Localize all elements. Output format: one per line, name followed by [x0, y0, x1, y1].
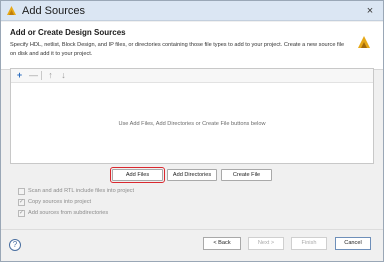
sources-toolbar: + — ↑ ↓ — [11, 69, 373, 83]
help-icon[interactable]: ? — [9, 239, 21, 251]
title-bar: Add Sources × — [1, 1, 383, 21]
close-icon[interactable]: × — [363, 4, 377, 18]
back-button[interactable]: < Back — [203, 237, 241, 250]
cancel-button[interactable]: Cancel — [335, 237, 371, 250]
move-up-icon[interactable]: ↑ — [45, 70, 56, 81]
create-file-button[interactable]: Create File — [221, 169, 272, 181]
source-actions: Add Files Add Directories Create File — [1, 167, 383, 183]
move-down-icon[interactable]: ↓ — [58, 70, 69, 81]
empty-panel-message: Use Add Files, Add Directories or Create… — [118, 121, 266, 127]
copy-sources-checkbox[interactable]: ✓ — [18, 199, 25, 206]
add-subdirs-checkbox[interactable]: ✓ — [18, 210, 25, 217]
copy-sources-option[interactable]: ✓ Copy sources into project — [18, 198, 148, 207]
page-description: Specify HDL, netlist, Block Design, and … — [10, 42, 345, 57]
copy-sources-label: Copy sources into project — [28, 199, 92, 205]
sources-panel: + — ↑ ↓ Use Add Files, Add Directories o… — [10, 68, 374, 164]
window-title: Add Sources — [22, 5, 85, 17]
remove-icon[interactable]: — — [28, 70, 39, 81]
add-subdirs-option[interactable]: ✓ Add sources from subdirectories — [18, 209, 148, 218]
footer-divider — [1, 229, 383, 230]
finish-button[interactable]: Finish — [291, 237, 327, 250]
app-icon — [7, 6, 16, 15]
add-subdirs-label: Add sources from subdirectories — [28, 210, 109, 216]
next-button[interactable]: Next > — [248, 237, 284, 250]
scan-rtl-option[interactable]: Scan and add RTL include files into proj… — [18, 187, 148, 196]
add-icon[interactable]: + — [14, 70, 25, 81]
toolbar-divider — [41, 71, 42, 80]
page-title: Add or Create Design Sources — [10, 28, 126, 37]
add-files-button[interactable]: Add Files — [110, 167, 165, 183]
add-directories-button[interactable]: Add Directories — [167, 169, 217, 181]
add-sources-dialog: Add Sources × Add or Create Design Sourc… — [0, 0, 384, 262]
scan-rtl-checkbox[interactable] — [18, 188, 25, 195]
scan-rtl-label: Scan and add RTL include files into proj… — [28, 188, 135, 194]
vivado-logo-icon — [358, 36, 370, 48]
page-header: Add or Create Design Sources Specify HDL… — [1, 22, 383, 70]
